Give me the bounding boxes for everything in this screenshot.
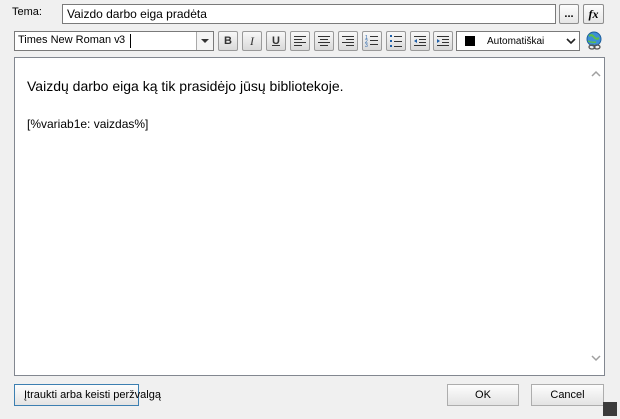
vertical-scrollbar[interactable] xyxy=(587,58,604,375)
bold-button[interactable]: B xyxy=(218,31,238,51)
formula-button[interactable]: fx xyxy=(583,4,604,24)
svg-text:3: 3 xyxy=(365,43,368,48)
formula-icon: fx xyxy=(588,6,599,21)
align-right-button[interactable] xyxy=(338,31,358,51)
ok-button[interactable]: OK xyxy=(447,384,519,406)
chevron-down-icon[interactable] xyxy=(591,353,601,365)
indent-icon xyxy=(437,36,449,46)
numbered-list-button[interactable]: 1 2 3 xyxy=(362,31,382,51)
outdent-icon xyxy=(414,36,426,46)
chevron-down-icon xyxy=(201,39,209,43)
align-left-button[interactable] xyxy=(290,31,310,51)
italic-icon: I xyxy=(250,33,254,48)
font-select[interactable]: Times New Roman v 3 xyxy=(14,31,214,51)
increase-indent-button[interactable] xyxy=(433,31,453,51)
subject-input[interactable]: Vaizdo darbo eiga pradėta xyxy=(62,4,556,24)
subject-label: Tema: xyxy=(12,6,42,18)
preview-button[interactable]: Įtraukti arba keisti peržvalgą xyxy=(14,384,161,406)
color-swatch xyxy=(465,36,475,46)
underline-icon: U xyxy=(272,35,280,47)
globe-link-icon xyxy=(586,31,602,50)
italic-button[interactable]: I xyxy=(242,31,262,51)
message-editor[interactable]: Vaizdų darbo eiga ką tik prasidėjo jūsų … xyxy=(14,57,605,376)
bullet-list-icon xyxy=(390,35,402,47)
align-center-icon xyxy=(318,36,330,46)
color-select[interactable]: Automatiškai xyxy=(456,31,580,51)
chevron-down-icon[interactable] xyxy=(566,36,576,48)
align-center-button[interactable] xyxy=(314,31,334,51)
hyperlink-button[interactable] xyxy=(584,30,604,52)
decrease-indent-button[interactable] xyxy=(410,31,430,51)
align-left-icon xyxy=(294,36,306,46)
underline-button[interactable]: U xyxy=(266,31,286,51)
variable-placeholder: [%variab1e: vaizdas%] xyxy=(27,117,149,131)
body-text: Vaizdų darbo eiga ką tik prasidėjo jūsų … xyxy=(27,78,344,94)
bold-icon: B xyxy=(224,35,232,47)
font-dropdown-button[interactable] xyxy=(196,32,213,50)
color-label: Automatiškai xyxy=(487,36,545,47)
text-caret xyxy=(130,34,131,48)
font-size[interactable]: 3 xyxy=(119,34,125,46)
align-right-icon xyxy=(342,36,354,46)
browse-button[interactable]: ... xyxy=(559,4,579,24)
font-name: Times New Roman v xyxy=(18,34,120,46)
chevron-up-icon[interactable] xyxy=(591,68,601,80)
cancel-button[interactable]: Cancel xyxy=(531,384,604,406)
numbered-list-icon: 1 2 3 xyxy=(365,35,378,48)
bullet-list-button[interactable] xyxy=(386,31,406,51)
